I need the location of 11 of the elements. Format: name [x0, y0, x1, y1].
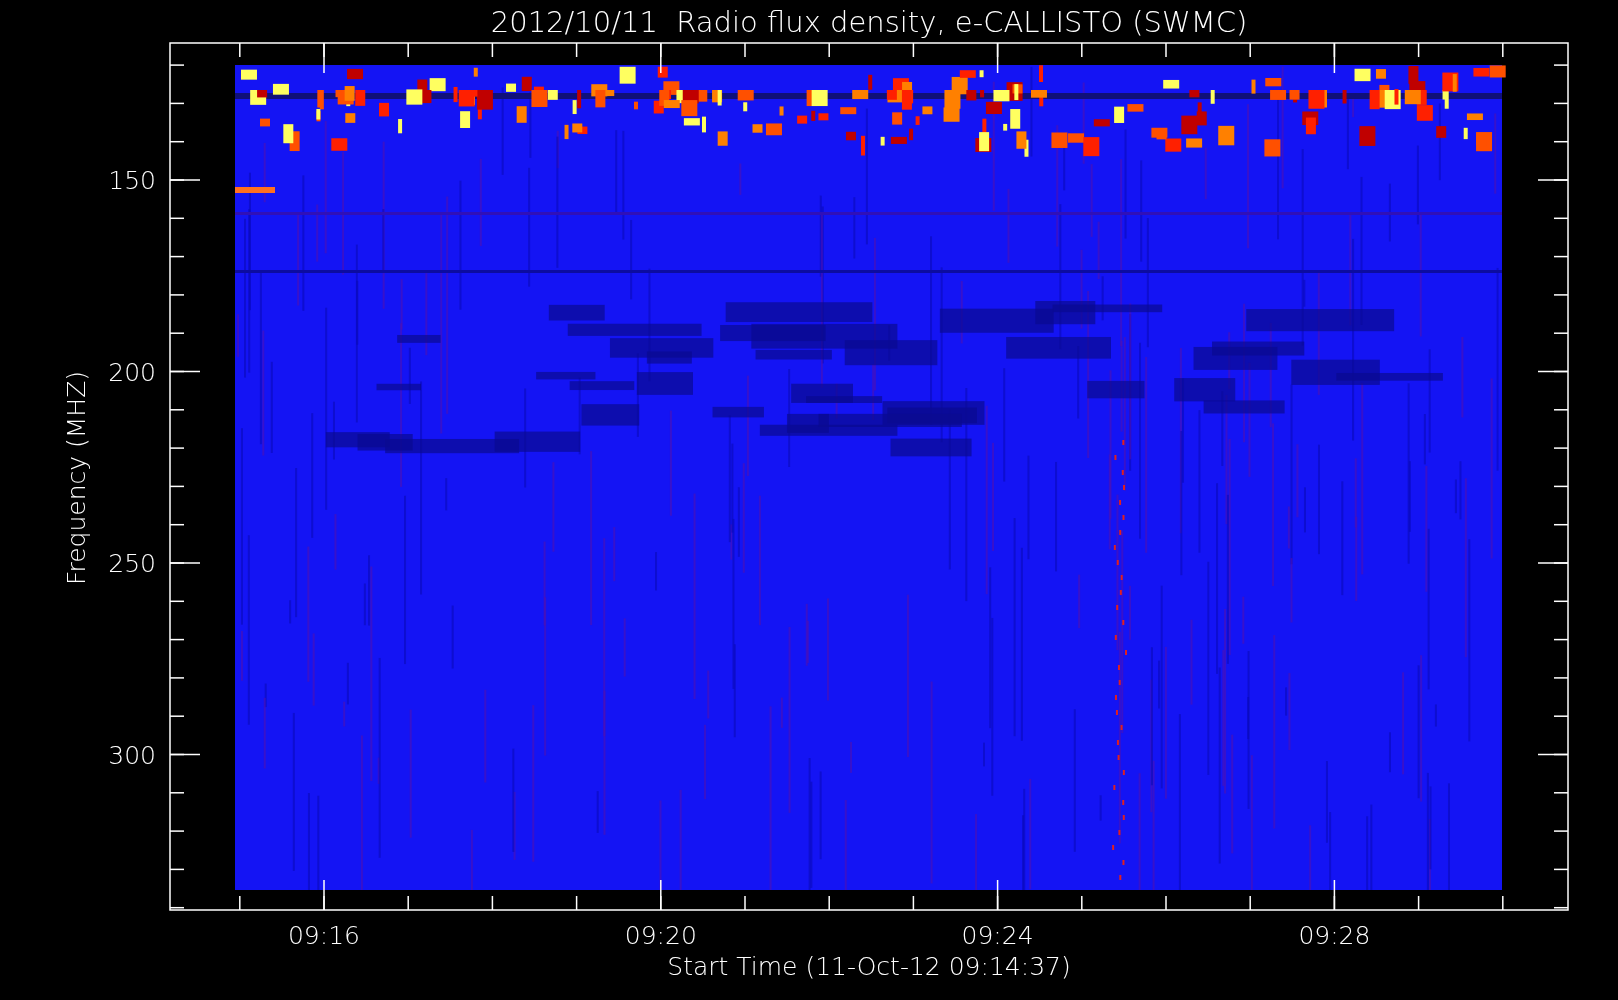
tick-label: 09:16 [288, 921, 360, 950]
tick-label: 200 [108, 357, 156, 387]
tick-label: 09:20 [624, 921, 697, 950]
tick-label: 150 [108, 166, 156, 195]
tick-label: 09:28 [1298, 921, 1371, 950]
tick-label: 09:24 [961, 921, 1034, 950]
axis-label: Start Time (11-Oct-12 09:14:37) [667, 952, 1071, 981]
axis-label: Frequency (MHZ) [62, 370, 91, 586]
tick-label: 250 [108, 549, 156, 578]
tick-label: 300 [108, 740, 156, 770]
plot-title: 2012/10/11 Radio flux density, e-CALLISTO (SWMC) [490, 5, 1248, 39]
